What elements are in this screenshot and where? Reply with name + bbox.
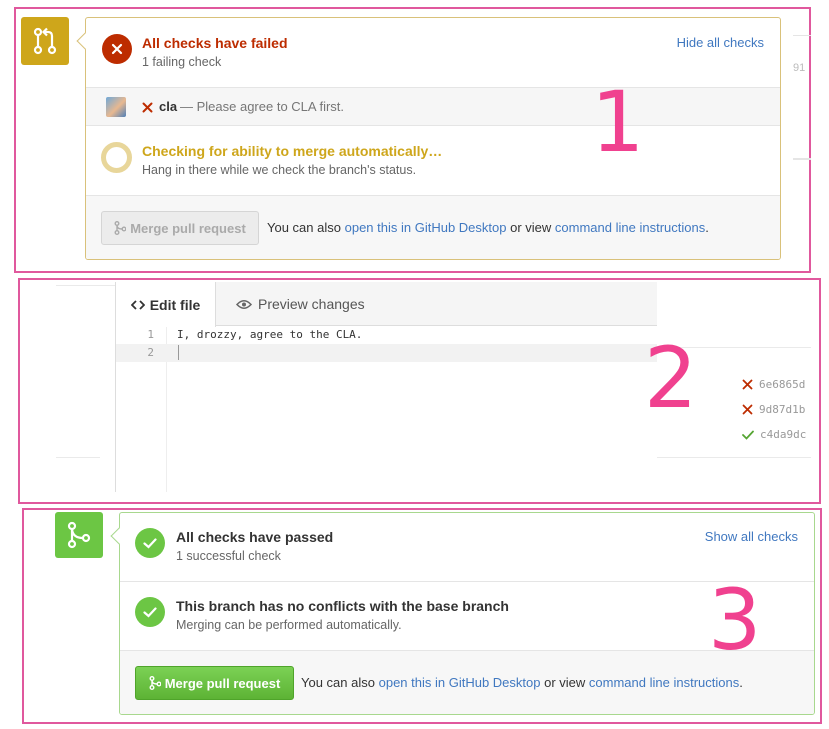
commit-sha: 6e6865d	[759, 378, 806, 391]
annotation-number-3: 3	[708, 571, 762, 669]
open-desktop-link[interactable]: open this in GitHub Desktop	[379, 675, 541, 690]
merge-check-title: Checking for ability to merge automatica…	[142, 143, 443, 159]
merge-box-failed: All checks have failed 1 failing check H…	[85, 17, 781, 260]
side-divider	[793, 158, 811, 160]
commit-item[interactable]: 9d87d1b	[742, 397, 812, 422]
annotation-number-1: 1	[591, 73, 645, 171]
check-icon	[742, 430, 754, 440]
merge-check-subtitle: Hang in there while we check the branch'…	[142, 163, 417, 177]
checks-title: All checks have failed	[142, 35, 288, 51]
commit-sha: c4da9dc	[760, 428, 807, 441]
hide-all-checks-link[interactable]: Hide all checks	[677, 35, 764, 50]
x-icon	[111, 43, 123, 55]
x-icon	[742, 379, 753, 390]
tab-label: Edit file	[149, 296, 201, 313]
checks-title: All checks have passed	[176, 529, 334, 545]
merge-footer-text: You can also open this in GitHub Desktop…	[301, 675, 743, 690]
checks-subtitle: 1 failing check	[142, 55, 222, 69]
failed-status-circle	[102, 34, 132, 64]
line-number: 2	[147, 346, 154, 359]
code-line[interactable]	[177, 346, 647, 360]
git-merge-icon	[149, 676, 161, 690]
bg-divider	[56, 457, 100, 458]
check-icon	[143, 537, 157, 549]
merge-pull-request-button[interactable]: Merge pull request	[135, 666, 294, 700]
merge-pull-request-button-disabled[interactable]: Merge pull request	[101, 211, 259, 245]
file-editor: Edit file Preview changes 1 I, drozzy, a…	[115, 282, 657, 492]
passed-status-circle	[135, 597, 165, 627]
command-line-instructions-link[interactable]: command line instructions	[555, 220, 705, 235]
pr-status-badge	[55, 512, 103, 558]
pr-status-badge	[21, 17, 69, 65]
git-merge-icon	[114, 221, 127, 235]
open-desktop-link[interactable]: open this in GitHub Desktop	[345, 220, 507, 235]
commit-list: 6e6865d 9d87d1b c4da9dc	[742, 372, 812, 447]
merge-button-label: Merge pull request	[164, 675, 281, 691]
git-pull-request-icon	[33, 27, 57, 55]
annotation-number-2: 2	[644, 329, 698, 427]
tab-edit-file[interactable]: Edit file	[116, 282, 216, 327]
conflicts-title: This branch has no conflicts with the ba…	[176, 598, 509, 614]
show-all-checks-link[interactable]: Show all checks	[705, 529, 798, 544]
tab-label: Preview changes	[258, 296, 365, 312]
code-icon	[130, 299, 145, 310]
commit-item[interactable]: 6e6865d	[742, 372, 812, 397]
x-icon	[742, 404, 753, 415]
merge-footer: Merge pull request You can also open thi…	[86, 195, 780, 259]
pending-status-circle	[101, 142, 132, 173]
git-merge-icon	[67, 521, 91, 549]
check-item-row: cla — Please agree to CLA first.	[86, 87, 780, 126]
check-name: cla	[159, 99, 178, 114]
bg-divider	[657, 457, 811, 458]
conflicts-subtitle: Merging can be performed automatically.	[176, 618, 402, 632]
eye-icon	[236, 299, 252, 309]
avatar	[106, 97, 126, 117]
check-icon	[143, 606, 157, 618]
side-fragment: 91	[793, 62, 806, 74]
bg-divider	[56, 285, 116, 286]
code-line[interactable]: I, drozzy, agree to the CLA.	[177, 328, 362, 341]
command-line-instructions-link[interactable]: command line instructions	[589, 675, 739, 690]
side-divider	[793, 35, 811, 36]
line-number: 1	[147, 328, 154, 341]
commit-sha: 9d87d1b	[759, 403, 806, 416]
merge-button-label: Merge pull request	[130, 220, 246, 236]
check-description: — Please agree to CLA first.	[180, 99, 345, 114]
merge-footer-text: You can also open this in GitHub Desktop…	[267, 220, 709, 235]
passed-status-circle	[135, 528, 165, 558]
tab-preview-changes[interactable]: Preview changes	[236, 282, 365, 326]
x-icon	[142, 102, 153, 113]
checks-subtitle: 1 successful check	[176, 549, 281, 563]
commit-item[interactable]: c4da9dc	[742, 422, 812, 447]
